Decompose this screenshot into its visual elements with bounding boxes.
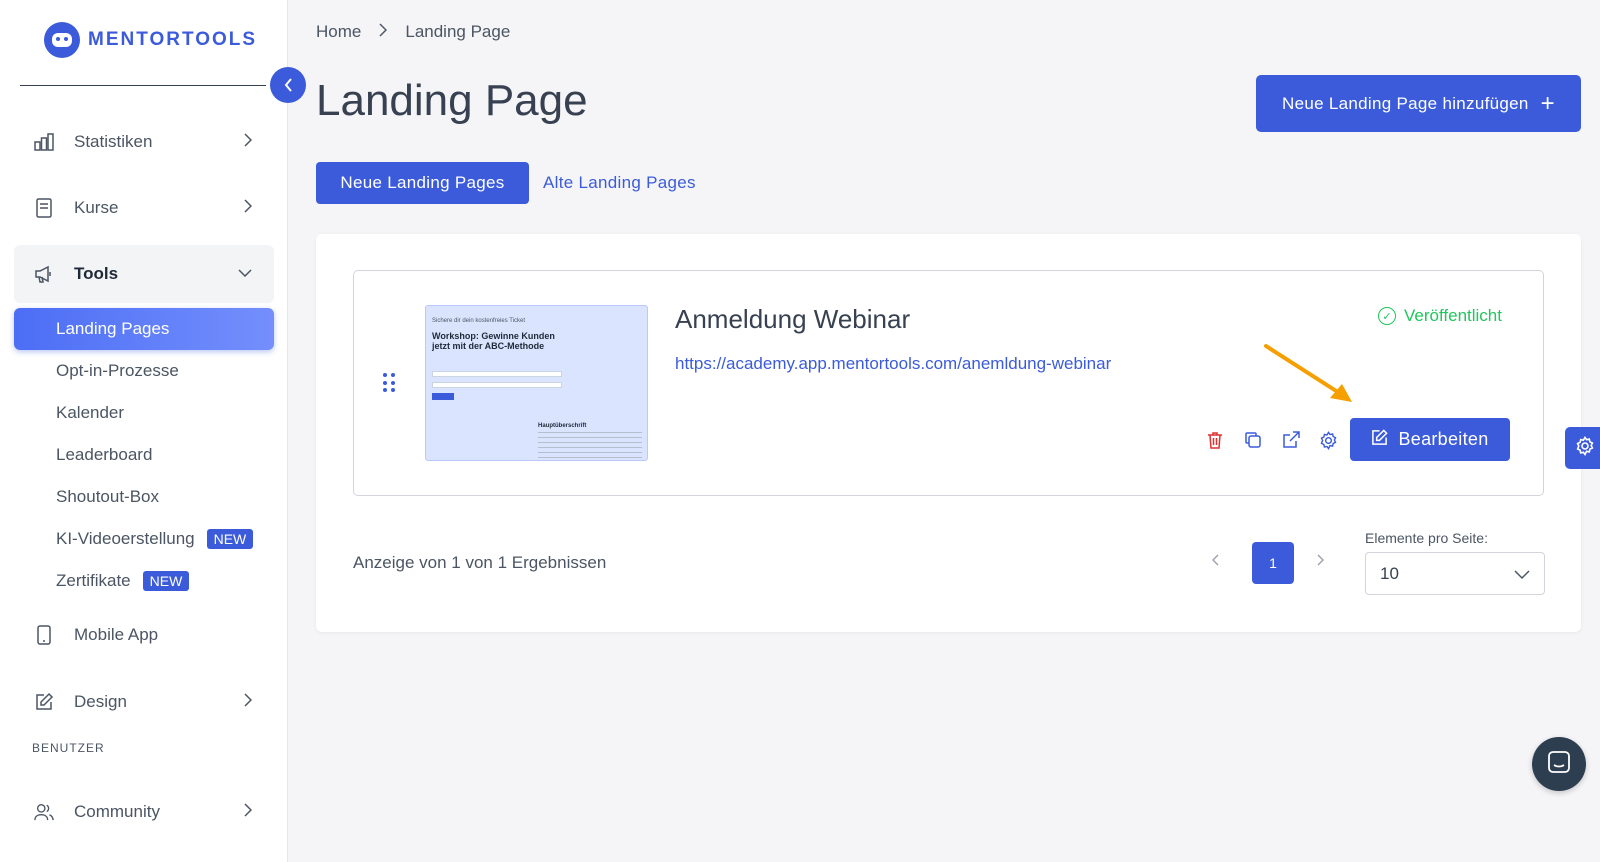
tab-neue-landing-pages[interactable]: Neue Landing Pages — [316, 162, 529, 204]
sidebar-subitem-ki-video[interactable]: KI-Videoerstellung NEW — [14, 518, 274, 560]
thumbnail-kicker: Sichere dir dein kostenfreies Ticket — [432, 318, 526, 324]
sidebar-subitem-label: Kalender — [56, 403, 125, 422]
brand-name: MENTORTOOLS — [88, 29, 258, 50]
sidebar-subitem-label: Zertifikate — [56, 571, 131, 590]
sidebar-subitem-label: KI-Videoerstellung — [56, 529, 195, 548]
sidebar-subitem-label: Opt-in-Prozesse — [56, 361, 179, 380]
settings-gear-icon[interactable] — [1317, 429, 1339, 451]
section-label-benutzer: BENUTZER — [32, 741, 105, 755]
page-title: Landing Page — [316, 76, 588, 125]
landing-page-title: Anmeldung Webinar — [675, 304, 911, 334]
robot-logo-icon — [44, 22, 80, 58]
sidebar-item-mobile-app[interactable]: Mobile App — [14, 607, 274, 663]
sidebar-item-community[interactable]: Community — [14, 784, 274, 840]
megaphone-icon — [34, 264, 54, 284]
chevron-right-icon — [244, 199, 253, 216]
book-icon — [34, 198, 54, 218]
sidebar-item-kurse[interactable]: Kurse — [14, 180, 274, 236]
status-badge: ✓ Veröffentlicht — [1378, 306, 1502, 326]
sidebar-divider — [20, 85, 266, 86]
breadcrumb-current: Landing Page — [405, 22, 511, 41]
breadcrumb-home[interactable]: Home — [316, 22, 361, 42]
sidebar-item-tools[interactable]: Tools — [14, 245, 274, 303]
chevron-right-icon — [244, 803, 253, 820]
per-page-label: Elemente pro Seite: — [1365, 530, 1488, 546]
sidebar-subitem-label: Shoutout-Box — [56, 487, 160, 506]
sidebar-item-label: Mobile App — [74, 625, 159, 644]
sidebar-item-label: Design — [74, 692, 127, 711]
sidebar-item-label: Community — [74, 802, 160, 821]
chat-launcher-button[interactable] — [1532, 737, 1586, 791]
thumbnail-text-lines — [538, 432, 642, 460]
thumbnail-subheading: Hauptüberschrift — [538, 423, 587, 429]
pen-icon — [34, 692, 54, 712]
sidebar-item-label: Tools — [74, 264, 119, 283]
per-page-value: 10 — [1380, 563, 1399, 583]
collapse-sidebar-button[interactable] — [270, 67, 306, 103]
edit-button[interactable]: Bearbeiten — [1350, 418, 1510, 461]
edit-icon — [1371, 428, 1389, 451]
sidebar-subitem-label: Leaderboard — [56, 445, 153, 464]
landing-page-thumbnail[interactable]: Sichere dir dein kostenfreies Ticket Wor… — [425, 305, 648, 461]
tab-alte-landing-pages[interactable]: Alte Landing Pages — [543, 162, 696, 204]
sidebar-item-design[interactable]: Design — [14, 674, 274, 730]
sidebar-subitem-label: Landing Pages — [56, 319, 170, 338]
per-page-select[interactable]: 10 — [1365, 552, 1545, 595]
phone-icon — [34, 625, 54, 645]
status-label: Veröffentlicht — [1404, 306, 1502, 325]
chevron-right-icon — [244, 133, 253, 150]
drag-handle-icon[interactable] — [383, 373, 395, 393]
plus-icon: + — [1540, 89, 1555, 117]
new-badge: NEW — [142, 571, 190, 591]
chevron-down-icon — [1514, 565, 1530, 585]
gear-icon — [1575, 435, 1595, 461]
chevron-right-icon — [379, 22, 388, 42]
new-badge: NEW — [206, 529, 254, 549]
users-icon — [34, 802, 54, 822]
bar-chart-icon — [34, 132, 54, 152]
breadcrumb: Home Landing Page — [316, 22, 510, 42]
thumbnail-field — [432, 371, 562, 377]
brand-logo[interactable]: MENTORTOOLS — [44, 22, 257, 58]
sidebar-subitem-zertifikate[interactable]: Zertifikate NEW — [14, 560, 274, 602]
pagination-page-button[interactable]: 1 — [1252, 542, 1294, 584]
check-circle-icon: ✓ — [1378, 307, 1396, 325]
landing-page-url-link[interactable]: https://academy.app.mentortools.com/anem… — [675, 354, 1111, 374]
edit-button-label: Bearbeiten — [1398, 429, 1489, 449]
sidebar-item-label: Statistiken — [74, 132, 153, 151]
external-link-icon[interactable] — [1280, 429, 1302, 451]
sidebar-subitem-landing-pages[interactable]: Landing Pages — [14, 308, 274, 350]
thumbnail-headline: Workshop: Gewinne Kunden jetzt mit der A… — [432, 331, 555, 351]
thumbnail-button — [432, 393, 454, 400]
thumbnail-field — [432, 382, 562, 388]
results-summary: Anzeige von 1 von 1 Ergebnissen — [353, 553, 607, 572]
add-landing-page-label: Neue Landing Page hinzufügen — [1282, 93, 1529, 113]
chevron-down-icon — [238, 264, 252, 280]
settings-panel-toggle[interactable] — [1565, 427, 1600, 469]
sidebar: MENTORTOOLS Statistiken Kurse Tools Land… — [0, 0, 288, 862]
sidebar-item-label: Kurse — [74, 198, 119, 217]
sidebar-subitem-leaderboard[interactable]: Leaderboard — [14, 434, 274, 476]
sidebar-subitem-shoutout[interactable]: Shoutout-Box — [14, 476, 274, 518]
sidebar-subitem-opt-in[interactable]: Opt-in-Prozesse — [14, 350, 274, 392]
add-landing-page-button[interactable]: Neue Landing Page hinzufügen + — [1256, 75, 1581, 132]
sidebar-item-statistiken[interactable]: Statistiken — [14, 114, 274, 170]
chevron-right-icon — [244, 693, 253, 710]
annotation-arrow-icon — [1264, 344, 1352, 402]
duplicate-icon[interactable] — [1242, 429, 1264, 451]
sidebar-subitem-kalender[interactable]: Kalender — [14, 392, 274, 434]
delete-icon[interactable] — [1204, 429, 1226, 451]
pagination-next-button[interactable] — [1316, 553, 1325, 571]
pagination-prev-button[interactable] — [1211, 553, 1220, 571]
chat-icon — [1547, 750, 1571, 779]
